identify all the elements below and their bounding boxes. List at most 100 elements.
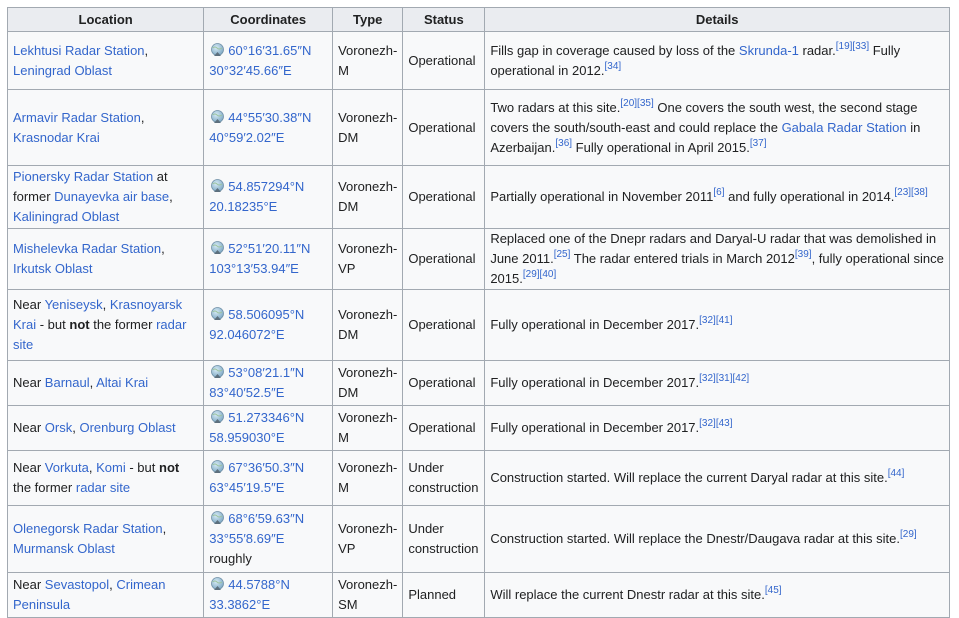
longitude-link[interactable]: 33.3862°E xyxy=(209,597,270,612)
text-run: Near xyxy=(13,460,45,475)
globe-icon xyxy=(211,241,225,254)
citation-ref[interactable]: [36] xyxy=(555,138,572,149)
citation-ref[interactable]: [39] xyxy=(795,249,812,260)
coordinates-cell: 54.857294°N 20.18235°E xyxy=(203,165,334,229)
inline-link[interactable]: Vorkuta xyxy=(45,460,89,475)
inline-link[interactable]: Komi xyxy=(96,460,126,475)
details-cell: Construction started. Will replace the D… xyxy=(484,505,950,573)
citation-ref[interactable]: [44] xyxy=(888,468,905,479)
type-prefix: Voronezh- xyxy=(338,109,398,125)
inline-link[interactable]: Gabala Radar Station xyxy=(782,120,907,135)
header-status[interactable]: Status xyxy=(402,7,486,32)
latitude-link[interactable]: 44°55′30.38″N xyxy=(228,110,311,125)
status-text: Operational xyxy=(408,375,476,390)
latitude-link[interactable]: 51.273346°N xyxy=(228,410,304,425)
inline-link[interactable]: Mishelevka Radar Station xyxy=(13,241,161,256)
type-variant: DM xyxy=(338,129,359,145)
type-cell: Voronezh- DM xyxy=(332,360,404,406)
citation-ref[interactable]: [29][40] xyxy=(523,269,556,280)
type-cell: Voronezh- M xyxy=(332,31,404,90)
longitude-link[interactable]: 58.959030°E xyxy=(209,430,284,445)
latitude-link[interactable]: 67°36′50.3″N xyxy=(228,460,304,475)
status-cell: Operational xyxy=(402,405,486,451)
inline-link[interactable]: Irkutsk Oblast xyxy=(13,261,92,276)
status-cell: Under construction xyxy=(402,505,486,573)
coordinates-cell: 67°36′50.3″N 63°45′19.5″E xyxy=(203,450,334,506)
inline-link[interactable]: Krasnodar Krai xyxy=(13,130,100,145)
text-run: Will replace the current Dnestr radar at… xyxy=(490,587,765,602)
header-coordinates[interactable]: Coordinates xyxy=(203,7,334,32)
longitude-link[interactable]: 92.046072°E xyxy=(209,327,284,342)
inline-link[interactable]: Olenegorsk Radar Station xyxy=(13,521,163,536)
radar-stations-table: Location Coordinates Type Status Details… xyxy=(6,7,950,618)
type-variant: VP xyxy=(338,541,356,556)
citation-ref[interactable]: [25] xyxy=(554,249,571,260)
text-run: The radar entered trials in March 2012 xyxy=(570,251,795,266)
citation-ref[interactable]: [20][35] xyxy=(620,98,653,109)
location-cell: Mishelevka Radar Station, Irkutsk Oblast xyxy=(6,228,205,290)
coordinates-cell: 44.5788°N 33.3862°E xyxy=(203,572,334,618)
inline-link[interactable]: Barnaul xyxy=(45,375,90,390)
citation-ref[interactable]: [32][31][42] xyxy=(699,373,749,384)
header-location[interactable]: Location xyxy=(6,7,205,32)
longitude-link[interactable]: 33°55′8.69″E xyxy=(209,531,284,546)
citation-ref[interactable]: [6] xyxy=(713,187,724,198)
latitude-link[interactable]: 44.5788°N xyxy=(228,577,290,592)
latitude-link[interactable]: 52°51′20.11″N xyxy=(228,241,310,256)
details-cell: Partially operational in November 2011[6… xyxy=(484,165,950,229)
citation-ref[interactable]: [23][38] xyxy=(894,187,927,198)
globe-icon xyxy=(211,42,225,56)
header-details[interactable]: Details xyxy=(484,7,950,32)
longitude-link[interactable]: 30°32′45.66″E xyxy=(209,63,291,78)
inline-link[interactable]: Altai Krai xyxy=(96,375,148,390)
latitude-link[interactable]: 54.857294°N xyxy=(228,179,304,194)
text-run: , xyxy=(102,297,110,312)
longitude-link[interactable]: 83°40′52.5″E xyxy=(209,385,284,400)
inline-link[interactable]: Kaliningrad Oblast xyxy=(13,209,119,224)
coordinates-cell: 60°16′31.65″N 30°32′45.66″E xyxy=(203,31,334,90)
status-cell: Operational xyxy=(402,289,486,361)
citation-ref[interactable]: [34] xyxy=(605,61,622,72)
status-text-2: construction xyxy=(408,480,479,495)
text-run: - but xyxy=(125,460,159,475)
inline-link[interactable]: radar site xyxy=(76,480,130,495)
details-cell: Fully operational in December 2017.[32][… xyxy=(484,405,950,451)
header-type[interactable]: Type xyxy=(332,7,404,32)
longitude-link[interactable]: 103°13′53.94″E xyxy=(209,261,299,276)
text-run: Partially operational in November 2011 xyxy=(490,189,714,204)
longitude-link[interactable]: 63°45′19.5″E xyxy=(209,480,284,495)
citation-ref[interactable]: [45] xyxy=(765,585,782,596)
latitude-link[interactable]: 58.506095°N xyxy=(228,307,304,322)
coordinates-cell: 44°55′30.38″N 40°59′2.02″E xyxy=(203,89,334,166)
status-cell: Operational xyxy=(402,165,486,229)
inline-link[interactable]: Orsk xyxy=(45,420,72,435)
inline-link[interactable]: Skrunda-1 xyxy=(739,43,799,58)
location-cell: Pionersky Radar Station at former Dunaye… xyxy=(6,165,205,229)
citation-ref[interactable]: [32][41] xyxy=(699,315,732,326)
type-prefix: Voronezh- xyxy=(338,241,398,256)
inline-link[interactable]: Murmansk Oblast xyxy=(13,541,115,556)
inline-link[interactable]: Sevastopol xyxy=(45,577,109,592)
citation-ref[interactable]: [29] xyxy=(900,529,917,540)
latitude-link[interactable]: 60°16′31.65″N xyxy=(228,43,311,58)
latitude-link[interactable]: 53°08′21.1″N xyxy=(228,365,304,380)
text-run: Fully operational in December 2017. xyxy=(490,375,700,390)
status-cell: Operational xyxy=(402,228,486,290)
inline-link[interactable]: Yeniseysk xyxy=(45,297,103,312)
inline-link[interactable]: Pionersky Radar Station xyxy=(13,169,153,184)
type-cell: Voronezh- M xyxy=(332,450,404,506)
latitude-link[interactable]: 68°6′59.63″N xyxy=(228,511,304,526)
inline-link[interactable]: Armavir Radar Station xyxy=(13,110,141,125)
type-prefix: Voronezh- xyxy=(338,521,398,536)
longitude-link[interactable]: 40°59′2.02″E xyxy=(209,130,284,145)
citation-ref[interactable]: [37] xyxy=(750,138,767,149)
inline-link[interactable]: Orenburg Oblast xyxy=(79,420,175,435)
status-text: Operational xyxy=(408,317,476,332)
type-variant: DM xyxy=(338,327,359,342)
inline-link[interactable]: Dunayevka air base xyxy=(54,189,169,204)
inline-link[interactable]: Lekhtusi Radar Station xyxy=(13,43,145,58)
longitude-link[interactable]: 20.18235°E xyxy=(209,199,277,214)
citation-ref[interactable]: [19][33] xyxy=(836,41,869,52)
inline-link[interactable]: Leningrad Oblast xyxy=(13,63,112,78)
citation-ref[interactable]: [32][43] xyxy=(699,418,732,429)
